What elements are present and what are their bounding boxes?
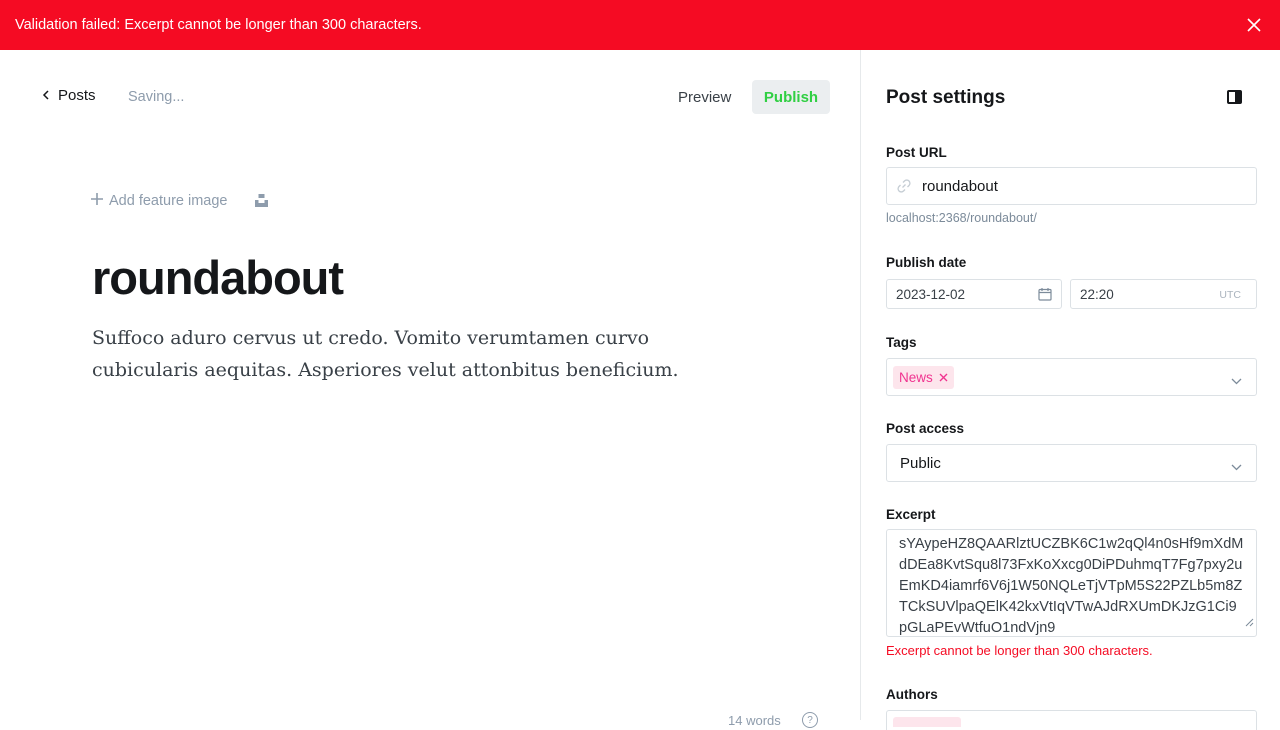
authors-input[interactable] bbox=[886, 710, 1257, 730]
word-count: 14 words bbox=[728, 713, 781, 728]
help-icon[interactable]: ? bbox=[802, 712, 818, 728]
editor-pane: Posts Saving... Preview Publish Add feat… bbox=[0, 50, 860, 728]
tags-label: Tags bbox=[886, 335, 917, 350]
sidebar-title: Post settings bbox=[886, 87, 1006, 108]
save-status: Saving... bbox=[128, 89, 185, 105]
unsplash-icon[interactable] bbox=[254, 193, 269, 213]
preview-button[interactable]: Preview bbox=[664, 80, 745, 114]
excerpt-error: Excerpt cannot be longer than 300 charac… bbox=[886, 643, 1153, 658]
excerpt-textarea[interactable]: sYAypeHZ8QAARlztUCZBK6C1w2qQl4n0sHf9mXdM… bbox=[886, 529, 1257, 637]
post-url-input[interactable]: roundabout bbox=[886, 167, 1257, 205]
back-to-posts-link[interactable]: Posts bbox=[42, 87, 96, 104]
add-feature-image-button[interactable]: Add feature image bbox=[91, 193, 228, 209]
editor-topbar: Posts Saving... Preview Publish bbox=[0, 50, 860, 145]
publish-date-label: Publish date bbox=[886, 255, 967, 270]
post-access-label: Post access bbox=[886, 421, 965, 436]
back-label: Posts bbox=[58, 87, 96, 104]
link-icon bbox=[897, 179, 911, 197]
post-url-value: roundabout bbox=[922, 177, 998, 195]
excerpt-label: Excerpt bbox=[886, 507, 936, 522]
timezone-label: UTC bbox=[1219, 289, 1241, 301]
chevron-down-icon bbox=[1231, 458, 1242, 475]
publish-time-input[interactable]: 22:20 UTC bbox=[1070, 279, 1257, 309]
calendar-icon[interactable] bbox=[1038, 287, 1052, 304]
close-icon[interactable] bbox=[1244, 15, 1264, 35]
chevron-down-icon[interactable] bbox=[1231, 372, 1242, 389]
post-title[interactable]: roundabout bbox=[92, 250, 344, 305]
chevron-left-icon bbox=[42, 87, 50, 104]
author-chip[interactable] bbox=[893, 717, 961, 727]
alert-message: Validation failed: Excerpt cannot be lon… bbox=[15, 17, 422, 33]
post-body[interactable]: Suffoco aduro cervus ut credo. Vomito ve… bbox=[92, 322, 732, 386]
feature-image-label: Add feature image bbox=[109, 193, 228, 209]
post-access-value: Public bbox=[900, 454, 941, 472]
post-access-select[interactable]: Public bbox=[886, 444, 1257, 482]
tags-input[interactable]: News bbox=[886, 358, 1257, 396]
publish-date-input[interactable]: 2023-12-02 bbox=[886, 279, 1062, 309]
post-url-label: Post URL bbox=[886, 145, 947, 160]
publish-date-value: 2023-12-02 bbox=[896, 286, 966, 302]
validation-alert: Validation failed: Excerpt cannot be lon… bbox=[0, 0, 1280, 50]
remove-tag-icon[interactable] bbox=[939, 370, 948, 385]
resize-grip-icon[interactable] bbox=[1245, 613, 1254, 634]
excerpt-value: sYAypeHZ8QAARlztUCZBK6C1w2qQl4n0sHf9mXdM… bbox=[899, 536, 1244, 636]
authors-label: Authors bbox=[886, 687, 938, 702]
publish-button[interactable]: Publish bbox=[752, 80, 830, 114]
tag-chip[interactable]: News bbox=[893, 365, 954, 389]
post-settings-sidebar: Post settings Post URL roundabout localh… bbox=[860, 50, 1280, 730]
tag-label: News bbox=[899, 369, 933, 385]
post-url-hint: localhost:2368/roundabout/ bbox=[886, 211, 1037, 225]
publish-time-value: 22:20 bbox=[1080, 286, 1114, 302]
sidebar-toggle-icon[interactable] bbox=[1227, 90, 1242, 104]
plus-icon bbox=[91, 193, 103, 209]
